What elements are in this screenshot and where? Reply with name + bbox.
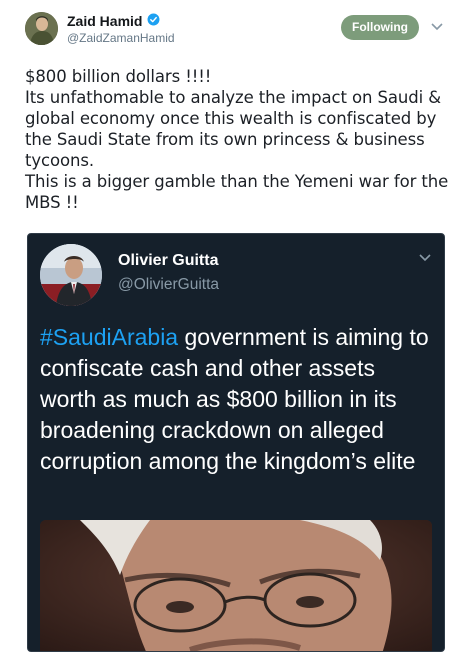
quoted-tweet-card[interactable]: Olivier Guitta @OlivierGuitta #SaudiArab… xyxy=(27,233,445,652)
tweet-header: Zaid Hamid @ZaidZamanHamid Following xyxy=(0,0,469,58)
hashtag-link[interactable]: #SaudiArabia xyxy=(40,324,178,350)
quoted-tweet-text: #SaudiArabia government is aiming to con… xyxy=(40,322,436,477)
author-name[interactable]: Zaid Hamid xyxy=(67,13,142,29)
quoted-author-handle[interactable]: @OlivierGuitta xyxy=(118,276,219,294)
author-avatar[interactable] xyxy=(25,12,58,45)
chevron-down-icon[interactable] xyxy=(419,254,431,262)
quoted-author-avatar[interactable] xyxy=(40,244,102,306)
following-button[interactable]: Following xyxy=(341,15,419,40)
chevron-down-icon[interactable] xyxy=(431,22,443,32)
quoted-tweet-photo[interactable] xyxy=(40,520,432,651)
quoted-author-name[interactable]: Olivier Guitta xyxy=(118,252,218,270)
author-handle[interactable]: @ZaidZamanHamid xyxy=(67,31,175,45)
tweet-text: $800 billion dollars !!!! Its unfathomab… xyxy=(25,67,449,212)
verified-badge-icon xyxy=(147,13,160,26)
